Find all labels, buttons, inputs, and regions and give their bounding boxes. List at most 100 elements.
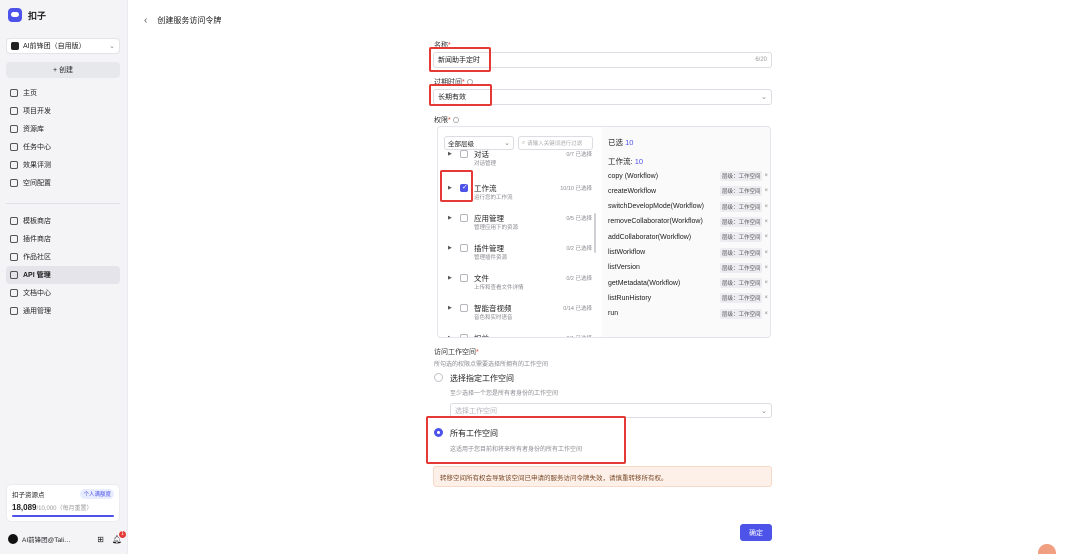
access-label: 访问工作空间*	[434, 349, 479, 356]
expand-arrow-icon[interactable]: ▶	[448, 215, 452, 221]
selected-item: removeCollaborator(Workflow) 层级：工作空间 ×	[608, 215, 768, 229]
api-icon	[10, 271, 18, 279]
perm-checkbox[interactable]	[460, 274, 468, 282]
confirm-button[interactable]: 确定	[740, 524, 772, 541]
perm-label: 权限*	[434, 115, 459, 125]
selected-item: run 层级：工作空间 ×	[608, 307, 768, 321]
perm-item[interactable]: ▶ 插件管理 管理插件资源 0/2 已选择	[448, 243, 596, 267]
nav-item-evaluation[interactable]: 效果评测	[6, 156, 120, 174]
nav-label: 主页	[23, 90, 37, 97]
permission-panel: 全部层级 ⌄ ⌕ 请输入关键词进行过滤 ▶对话对话管理0/7 已选择▶工作流运行…	[437, 126, 771, 338]
create-button[interactable]: + 创建	[6, 62, 120, 78]
selected-item-name: listRunHistory	[608, 294, 652, 302]
selected-item: listVersion 层级：工作空间 ×	[608, 261, 768, 275]
sidebar: 扣子 AI前锋团（自用版） ⌄ + 创建 主页 项目开发 资源库 任务中心 效果…	[0, 0, 128, 554]
perm-name: 权益	[474, 333, 489, 337]
nav-item-library[interactable]: 资源库	[6, 120, 120, 138]
selected-item: switchDevelopMode(Workflow) 层级：工作空间 ×	[608, 200, 768, 214]
nav-bottom: 模板商店 插件商店 作品社区 API 管理 文档中心 通用管理	[6, 212, 120, 320]
perm-checkbox[interactable]	[460, 334, 468, 337]
close-icon[interactable]: ×	[764, 250, 768, 256]
nav-item-community[interactable]: 作品社区	[6, 248, 120, 266]
selected-item-name: listWorkflow	[608, 249, 646, 256]
nav-item-space-config[interactable]: 空间配置	[6, 174, 120, 192]
selected-item: createWorkflow 层级：工作空间 ×	[608, 184, 768, 198]
nav-item-home[interactable]: 主页	[6, 84, 120, 102]
radio-specific-workspace[interactable]	[434, 373, 443, 382]
close-icon[interactable]: ×	[764, 173, 768, 179]
brand[interactable]: 扣子	[8, 8, 46, 22]
close-icon[interactable]: ×	[764, 234, 768, 240]
perm-item[interactable]: ▶ 智能音视频 音色和实时语音 0/14 已选择	[448, 303, 596, 327]
selected-item-name: copy (Workflow)	[608, 172, 659, 180]
scrollbar[interactable]	[594, 213, 596, 253]
search-icon: ⌕	[522, 139, 526, 146]
expand-arrow-icon[interactable]: ▶	[448, 275, 452, 281]
nav-item-api-management[interactable]: API 管理	[6, 266, 120, 284]
nav-item-tasks[interactable]: 任务中心	[6, 138, 120, 156]
close-icon[interactable]: ×	[764, 295, 768, 301]
library-icon	[10, 125, 18, 133]
chevron-down-icon: ⌄	[504, 140, 510, 147]
level-tag: 层级：工作空间	[719, 247, 763, 258]
highlight-box-workflow	[440, 170, 473, 202]
close-icon[interactable]: ×	[764, 265, 768, 271]
level-tag: 层级：工作空间	[719, 201, 763, 212]
settings-icon	[10, 307, 18, 315]
nav-item-general[interactable]: 通用管理	[6, 302, 120, 320]
workflow-group-title: 工作流: 10	[608, 157, 644, 166]
page-title: 创建服务访问令牌	[157, 16, 222, 25]
nav-item-projects[interactable]: 项目开发	[6, 102, 120, 120]
level-tag: 层级：工作空间	[719, 216, 763, 227]
nav-label: 插件商店	[23, 236, 51, 243]
plugin-icon	[10, 235, 18, 243]
perm-count: 0/14 已选择	[563, 306, 592, 312]
quota-card[interactable]: 扣子资源点 个人满额度 18,089/10,000（每月重置）	[6, 484, 120, 522]
quota-value: 18,089/10,000（每月重置）	[12, 503, 114, 512]
workspace-name: AI前锋团（自用版）	[23, 43, 86, 50]
workspace-select[interactable]: AI前锋团（自用版） ⌄	[6, 38, 120, 54]
perm-item[interactable]: ▶ 文件 上传和查看文件详情 0/2 已选择	[448, 273, 596, 297]
close-icon[interactable]: ×	[764, 219, 768, 225]
level-select[interactable]: 全部层级 ⌄	[444, 136, 514, 150]
close-icon[interactable]: ×	[764, 204, 768, 210]
doc-icon	[10, 289, 18, 297]
level-tag: 层级：工作空间	[719, 293, 763, 304]
close-icon[interactable]: ×	[764, 188, 768, 194]
user-name[interactable]: AI前锋团@Tali…	[22, 534, 71, 544]
perm-desc: 音色和实时语音	[474, 315, 513, 321]
expand-arrow-icon[interactable]: ▶	[448, 245, 452, 251]
highlight-box-expiry	[429, 84, 492, 106]
assistant-bubble[interactable]	[1038, 544, 1056, 554]
quota-used: 18,089	[12, 503, 37, 512]
close-icon[interactable]: ×	[764, 311, 768, 317]
perm-checkbox[interactable]	[460, 244, 468, 252]
nav-label: 模板商店	[23, 218, 51, 225]
level-tag: 层级：工作空间	[719, 308, 763, 319]
expand-arrow-icon[interactable]: ▶	[448, 305, 452, 311]
nav-item-docs[interactable]: 文档中心	[6, 284, 120, 302]
back-icon[interactable]: ‹	[144, 15, 147, 26]
perm-checkbox[interactable]	[460, 214, 468, 222]
perm-checkbox[interactable]	[460, 304, 468, 312]
expand-arrow-icon[interactable]: ▶	[448, 151, 452, 157]
close-icon[interactable]: ×	[764, 280, 768, 286]
perm-checkbox[interactable]	[460, 150, 468, 158]
selected-title: 已选 10	[608, 138, 634, 147]
nav-item-template-store[interactable]: 模板商店	[6, 212, 120, 230]
selected-panel: 已选 10 工作流: 10 copy (Workflow) 层级：工作空间 × cre…	[602, 127, 770, 337]
level-tag: 层级：工作空间	[719, 278, 763, 289]
avatar[interactable]	[8, 534, 18, 544]
nav-item-plugin-store[interactable]: 插件商店	[6, 230, 120, 248]
brand-name: 扣子	[28, 10, 47, 21]
qrcode-icon[interactable]: ⊞	[97, 535, 104, 544]
perm-search-input[interactable]: ⌕ 请输入关键词进行过滤	[518, 136, 593, 150]
perm-item[interactable]: ▶ 权益 0/1 已选择	[448, 333, 596, 337]
expand-arrow-icon[interactable]: ▶	[448, 335, 452, 337]
perm-item[interactable]: ▶ 应用管理 管理应用下的资源 0/5 已选择	[448, 213, 596, 237]
user-row: AI前锋团@Tali… ⊞ 🔔︎ 1	[8, 530, 126, 544]
perm-count: 0/2 已选择	[566, 276, 592, 282]
coze-logo-icon	[8, 8, 22, 22]
quota-total: /10,000（每月重置）	[36, 506, 93, 512]
perm-desc: 管理插件资源	[474, 255, 508, 261]
